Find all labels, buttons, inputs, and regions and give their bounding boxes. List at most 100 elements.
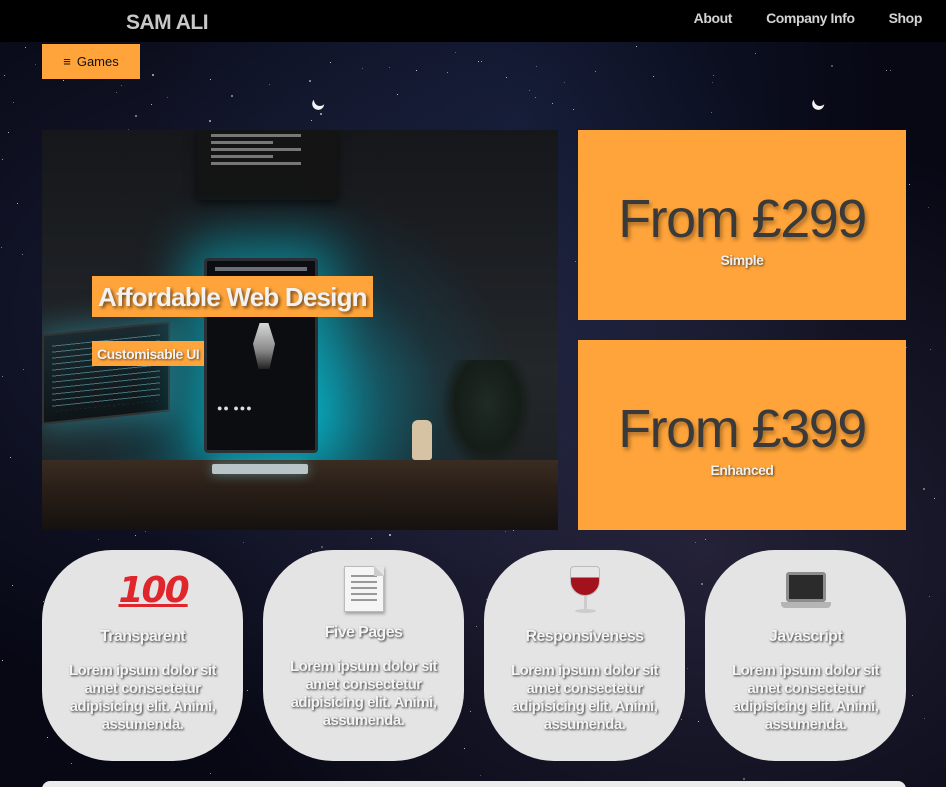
feature-card-transparent: 100 Transparent Lorem ipsum dolor sit am…: [42, 550, 243, 761]
star: [243, 542, 244, 543]
star: [705, 539, 706, 540]
star: [464, 748, 465, 749]
star: [695, 542, 696, 543]
star: [934, 498, 935, 499]
laptop-icon: [780, 566, 831, 616]
star: [701, 583, 703, 585]
moon-icon: [812, 92, 827, 107]
moon-icon: [312, 92, 327, 107]
star: [12, 585, 13, 586]
star: [481, 61, 482, 62]
star: [535, 97, 536, 98]
hundred-points-icon: 100: [118, 570, 190, 611]
tier-label: Simple: [720, 252, 764, 268]
star: [389, 67, 390, 68]
star: [552, 103, 553, 104]
star: [575, 261, 576, 262]
star: [687, 668, 688, 669]
star: [713, 75, 714, 76]
star: [311, 550, 312, 551]
nav-link-shop[interactable]: Shop: [889, 10, 923, 26]
star: [22, 254, 23, 255]
next-section-edge: [42, 781, 906, 787]
star: [63, 80, 64, 81]
star: [1, 247, 2, 248]
star: [831, 65, 833, 67]
star: [890, 70, 891, 71]
nav-link-about[interactable]: About: [694, 10, 733, 26]
star: [506, 77, 507, 78]
feature-text: Lorem ipsum dolor sit amet consectetur a…: [510, 662, 659, 733]
star: [309, 80, 311, 82]
navbar: SAM ALI About Company Info Shop: [0, 0, 946, 42]
star: [455, 52, 456, 53]
laptop-image: [42, 321, 170, 425]
star: [167, 97, 168, 98]
games-menu-button[interactable]: ≡ Games: [42, 44, 140, 79]
star: [269, 84, 270, 85]
star: [929, 596, 930, 597]
star: [480, 775, 481, 776]
star: [152, 74, 154, 76]
star: [35, 64, 36, 65]
star: [923, 488, 925, 490]
nav-link-company-info[interactable]: Company Info: [766, 10, 855, 26]
star: [476, 626, 477, 627]
star: [2, 660, 3, 661]
star: [145, 531, 146, 532]
star: [536, 66, 537, 67]
feature-title: Responsiveness: [525, 628, 644, 645]
star: [209, 120, 211, 122]
star: [311, 120, 312, 121]
price-card-enhanced[interactable]: From £399 Enhanced: [578, 340, 906, 530]
star: [389, 534, 391, 536]
star: [247, 690, 248, 691]
feature-text: Lorem ipsum dolor sit amet consectetur a…: [68, 662, 217, 733]
star: [653, 76, 654, 77]
star: [8, 132, 9, 133]
star: [505, 531, 506, 532]
star: [470, 711, 471, 712]
feature-title: Five Pages: [324, 624, 403, 641]
star: [928, 207, 929, 208]
star: [210, 79, 211, 80]
feature-title: Transparent: [100, 628, 186, 645]
star: [573, 109, 574, 110]
star: [121, 85, 122, 86]
star: [712, 82, 713, 83]
price-card-simple[interactable]: From £299 Simple: [578, 130, 906, 320]
star: [135, 535, 136, 536]
feature-title: Javascript: [768, 628, 843, 645]
brand-logo[interactable]: SAM ALI: [126, 11, 209, 35]
star: [755, 53, 756, 54]
star: [564, 82, 565, 83]
tier-label: Enhanced: [710, 462, 774, 478]
star: [397, 94, 398, 95]
nav-links: About Company Info Shop: [694, 10, 923, 26]
star: [116, 92, 117, 93]
star: [924, 718, 925, 719]
star: [416, 70, 417, 71]
star: [529, 90, 530, 91]
hamburger-menu-icon: ≡: [63, 54, 71, 69]
games-button-label: Games: [76, 54, 119, 69]
price-label: From £299: [618, 189, 867, 249]
star: [362, 68, 363, 69]
star: [47, 737, 48, 738]
keyboard-image: [212, 464, 308, 474]
star: [698, 721, 699, 722]
feature-card-five-pages: Five Pages Lorem ipsum dolor sit amet co…: [263, 550, 464, 761]
plant-image: [442, 360, 532, 470]
hand-figurine-image: [412, 420, 432, 460]
star: [23, 369, 24, 370]
star: [636, 46, 637, 47]
star: [711, 112, 712, 113]
star: [321, 546, 323, 548]
hero-subtitle: Customisable UI: [92, 341, 205, 366]
star: [681, 719, 682, 720]
star: [25, 47, 26, 48]
star: [330, 62, 331, 63]
feature-card-javascript: Javascript Lorem ipsum dolor sit amet co…: [705, 550, 906, 761]
price-label: From £399: [618, 399, 867, 459]
star: [71, 763, 72, 764]
